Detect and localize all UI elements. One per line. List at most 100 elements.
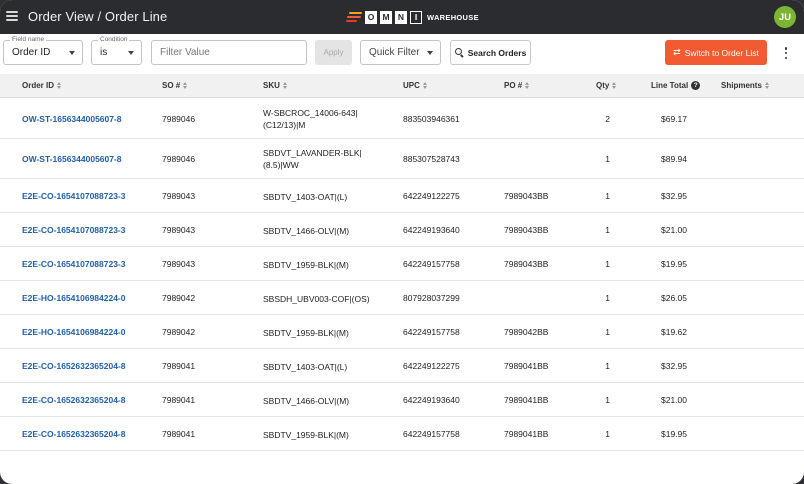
sku: SBDTV_1959-BLK|(M) <box>263 260 349 270</box>
table-row[interactable]: E2E-CO-1652632365204-8 7989041 SBDTV_1466-… <box>0 383 804 417</box>
order-id-link[interactable]: E2E-CO-1652632365204-8 <box>22 395 126 405</box>
order-id-link[interactable]: E2E-HO-1654106984224-0 <box>22 327 126 337</box>
order-id-link[interactable]: E2E-CO-1652632365204-8 <box>22 361 126 371</box>
sku: SBSDH_UBV003-COF|(OS) <box>263 294 370 304</box>
column-header-upc[interactable]: UPC <box>403 81 427 90</box>
po-number: 7989043BB <box>504 191 549 201</box>
quick-filter-value: Quick Filter <box>369 47 420 58</box>
upc: 642249122275 <box>403 191 460 201</box>
sku: SBDVT_LAVANDER-BLK|(8.5)|WW <box>263 148 362 170</box>
quantity: 1 <box>605 191 610 201</box>
table-row[interactable]: OW-ST-1656344005607-8 7989046 SBDVT_LAVAND… <box>0 139 804 179</box>
table-row[interactable]: E2E-HO-1654106984224-0 7989042 SBDTV_1959-… <box>0 315 804 349</box>
app-window: Order View / Order Line O M N I WAREHOUS… <box>0 0 804 484</box>
po-number: 7989041BB <box>504 429 549 439</box>
quantity: 1 <box>605 429 610 439</box>
field-name-label: Field name <box>10 36 47 44</box>
column-header-po[interactable]: PO # <box>504 81 530 90</box>
user-avatar[interactable]: JU <box>774 6 796 28</box>
switch-label: Switch to Order List <box>684 47 759 58</box>
order-id-link[interactable]: E2E-CO-1654107088723-3 <box>22 225 126 235</box>
so-number: 7989046 <box>162 113 196 124</box>
table-row[interactable]: E2E-CO-1654107088723-3 7989043 SBDTV_1959-… <box>0 247 804 281</box>
line-total: $21.00 <box>661 395 687 405</box>
menu-icon[interactable] <box>6 11 18 21</box>
order-id-link[interactable]: E2E-CO-1652632365204-8 <box>22 429 126 439</box>
order-id-link[interactable]: E2E-HO-1654106984224-0 <box>22 293 126 303</box>
help-icon[interactable]: ? <box>691 81 701 90</box>
table-row[interactable]: E2E-CO-1654107088723-3 7989043 SBDTV_1403-… <box>0 179 804 213</box>
logo-letter: M <box>380 10 392 24</box>
top-bar: Order View / Order Line O M N I WAREHOUS… <box>0 0 804 34</box>
quantity: 1 <box>605 395 610 405</box>
table-row[interactable]: E2E-CO-1652632365204-8 7989041 SBDTV_1403-… <box>0 349 804 383</box>
search-orders-button[interactable]: Search Orders <box>450 40 531 65</box>
sort-icon <box>525 82 530 89</box>
condition-value: is <box>100 47 108 58</box>
sku: W-SBCROC_14006-643|(C12/13)|M <box>263 107 358 130</box>
chevron-down-icon <box>128 51 134 55</box>
sku: SBDTV_1403-OAT|(L) <box>263 192 348 202</box>
order-id-link[interactable]: E2E-CO-1654107088723-3 <box>22 191 126 201</box>
chevron-down-icon <box>69 51 75 55</box>
logo-suffix: WAREHOUSE <box>427 12 479 22</box>
upc: 642249122275 <box>403 361 460 371</box>
sku: SBDTV_1403-OAT|(L) <box>263 362 348 372</box>
quantity: 1 <box>605 293 610 303</box>
upc: 642249157758 <box>403 259 460 269</box>
quantity: 1 <box>605 361 610 371</box>
field-name-value: Order ID <box>12 47 51 58</box>
sort-icon <box>57 82 62 89</box>
sku: SBDTV_1466-OLV|(M) <box>263 226 350 236</box>
upc: 885307528743 <box>403 154 460 164</box>
apply-button[interactable]: Apply <box>315 40 352 65</box>
po-number: 7989043BB <box>504 225 549 235</box>
logo-letter: N <box>395 10 407 24</box>
upc: 642249193640 <box>403 395 460 405</box>
so-number: 7989041 <box>162 395 196 405</box>
column-header-sku[interactable]: SKU <box>263 81 287 90</box>
line-total: $32.95 <box>661 191 687 201</box>
table-row[interactable]: OW-ST-1656344005607-8 7989046 W-SBCROC_140… <box>0 98 804 139</box>
order-id-link[interactable]: OW-ST-1656344005607-8 <box>22 114 122 124</box>
column-label: Shipments <box>721 81 762 90</box>
order-id-link[interactable]: E2E-CO-1654107088723-3 <box>22 259 126 269</box>
condition-select[interactable]: Condition is <box>91 36 142 65</box>
quick-filter-select[interactable]: Quick Filter <box>360 40 441 65</box>
line-total: $19.95 <box>661 259 687 269</box>
quantity: 1 <box>605 225 610 235</box>
more-options-icon[interactable] <box>784 47 788 59</box>
sort-icon <box>764 82 769 89</box>
logo-letter: I <box>410 10 422 24</box>
column-header-so[interactable]: SO # <box>162 81 188 90</box>
filter-value-input[interactable] <box>151 40 307 65</box>
line-total: $26.05 <box>661 293 687 303</box>
switch-to-order-list-button[interactable]: ⇄ Switch to Order List <box>665 40 767 65</box>
field-name-select[interactable]: Field name Order ID <box>3 36 83 65</box>
upc: 807928037299 <box>403 293 460 303</box>
order-id-link[interactable]: OW-ST-1656344005607-8 <box>22 154 122 164</box>
line-total: $21.00 <box>661 225 687 235</box>
column-label: UPC <box>403 81 420 90</box>
upc: 642249193640 <box>403 225 460 235</box>
po-number: 7989042BB <box>504 327 549 337</box>
column-header-qty[interactable]: Qty <box>596 81 617 90</box>
column-header-order-id[interactable]: Order ID <box>22 81 62 90</box>
so-number: 7989041 <box>162 429 196 439</box>
logo-mark-icon <box>346 11 362 23</box>
so-number: 7989042 <box>162 293 196 303</box>
column-header-shipments[interactable]: Shipments <box>721 81 769 90</box>
quantity: 1 <box>605 154 610 164</box>
upc: 642249157758 <box>403 429 460 439</box>
omni-warehouse-logo: O M N I WAREHOUSE <box>346 9 479 25</box>
sort-icon <box>612 82 617 89</box>
so-number: 7989046 <box>162 154 196 164</box>
table-row[interactable]: E2E-CO-1654107088723-3 7989043 SBDTV_1466-… <box>0 213 804 247</box>
table-row[interactable]: E2E-CO-1652632365204-8 7989041 SBDTV_1959-… <box>0 417 804 451</box>
so-number: 7989042 <box>162 327 196 337</box>
so-number: 7989043 <box>162 259 196 269</box>
quantity: 2 <box>605 113 610 124</box>
column-label: SKU <box>263 81 280 90</box>
column-header-line-total[interactable]: Line Total? <box>651 81 701 90</box>
table-row[interactable]: E2E-HO-1654106984224-0 7989042 SBSDH_UBV00… <box>0 281 804 315</box>
